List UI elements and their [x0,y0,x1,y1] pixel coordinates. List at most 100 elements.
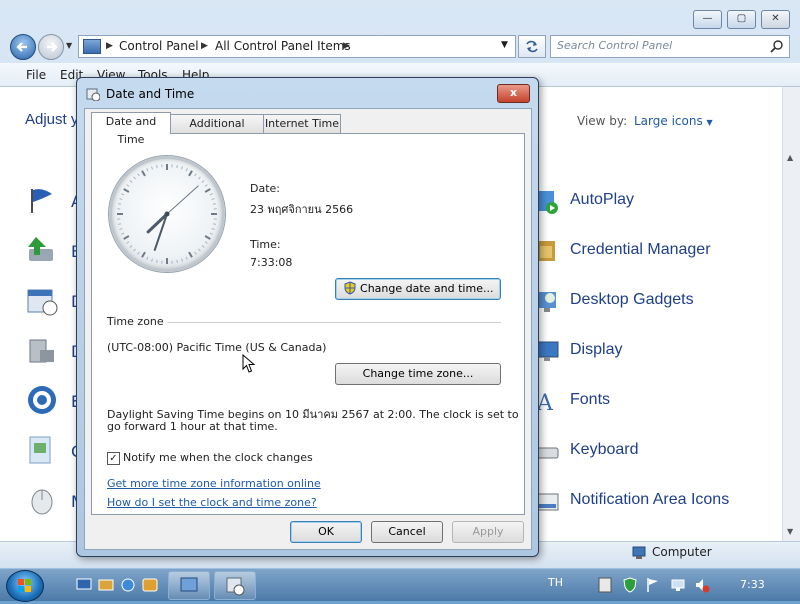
search-icon[interactable] [770,39,784,53]
clock-tick [147,257,148,260]
notify-checkbox[interactable]: ✓ [107,452,120,465]
autoplay-link[interactable]: AutoPlay [570,191,634,209]
view-by-dropdown[interactable]: Large icons ▼ [634,114,713,128]
page-heading: Adjust y [25,111,78,128]
control-panel-icon [169,572,209,599]
checkmark-icon: ✓ [109,453,117,464]
vertical-scrollbar[interactable]: ▲ ▼ [782,87,800,541]
clock-tick [152,166,153,169]
timezone-value: (UTC-08:00) Pacific Time (US & Canada) [107,341,326,354]
breadcrumb-all-items[interactable]: All Control Panel Items [215,39,351,53]
recent-pages-dropdown[interactable]: ▼ [66,41,72,50]
clock-tick [121,194,124,195]
scroll-up-icon[interactable]: ▲ [787,153,793,162]
clock-tick [186,257,187,260]
clock-tick [210,233,213,234]
date-time-icon[interactable] [26,286,58,318]
desktop-gadgets-link[interactable]: Desktop Gadgets [570,291,694,309]
backup-restore-icon[interactable] [26,235,58,267]
change-timezone-button[interactable]: Change time zone... [335,363,501,385]
mouse-cursor-icon [242,354,256,374]
breadcrumb-separator-icon[interactable]: ▶ [343,41,350,51]
ok-button[interactable]: OK [290,521,362,543]
taskbar-control-panel-button[interactable] [168,571,210,600]
change-date-time-button[interactable]: Change date and time... [335,278,501,300]
display-link[interactable]: Display [570,341,622,359]
clock-tick [177,260,178,263]
clock-tick [182,166,183,169]
clock-tick [157,260,158,263]
security-shield-icon[interactable] [622,577,638,593]
tab-date-and-time[interactable]: Date and Time [91,112,171,134]
arrow-right-icon [39,35,63,59]
view-by-value: Large icons [634,114,703,128]
credential-manager-link[interactable]: Credential Manager [570,241,711,259]
menu-file[interactable]: File [26,68,46,82]
clock-tick [205,242,207,244]
breadcrumb-separator-icon: ▶ [106,41,113,51]
media-quicklaunch-icon[interactable] [142,578,158,592]
clock-tick [121,233,124,234]
show-desktop-icon[interactable] [76,578,92,592]
address-dropdown-icon[interactable]: ▼ [501,40,508,50]
breadcrumb-control-panel[interactable]: Control Panel [119,39,199,53]
search-input[interactable]: Search Control Panel [550,35,790,58]
window-close-button[interactable]: ✕ [761,10,790,29]
more-timezone-info-link[interactable]: Get more time zone information online [107,477,321,490]
clock-tick [189,252,192,257]
clock-tick [212,229,215,230]
devices-printers-icon[interactable] [26,336,58,368]
action-center-icon[interactable] [26,185,58,217]
clock-tick [177,165,178,168]
volume-muted-icon[interactable] [694,577,710,593]
clock-tick [152,259,153,262]
tray-app-icon[interactable] [598,577,612,593]
browser-quicklaunch-icon[interactable] [120,578,136,592]
clock-tick [182,259,183,262]
date-time-dialog: Date and Time x Date and Time Additional… [76,77,539,557]
clock-tick [186,168,187,171]
clock-tick [205,236,210,239]
arrow-left-icon [11,35,35,59]
search-placeholder: Search Control Panel [557,39,672,52]
clock-tick [142,252,145,257]
clock-tick [127,242,129,244]
notify-label[interactable]: Notify me when the clock changes [123,451,313,464]
maximize-button[interactable]: ▢ [727,10,756,29]
refresh-button[interactable] [518,35,546,58]
dialog-body: Date and Time Additional Clocks Internet… [84,108,532,550]
taskbar-date-time-button[interactable] [214,571,256,600]
apply-button[interactable]: Apply [452,521,524,543]
fonts-link[interactable]: Fonts [570,391,610,409]
clock-tick [195,252,197,254]
clock-tick [202,245,204,247]
clock-tick [127,185,129,187]
explorer-quicklaunch-icon[interactable] [98,578,114,592]
clock-tick [205,189,210,192]
clock-tick [202,181,204,183]
start-button[interactable] [6,570,44,602]
keyboard-link[interactable]: Keyboard [570,441,639,459]
scroll-down-icon[interactable]: ▼ [787,527,793,536]
getting-started-icon[interactable] [26,435,58,467]
computer-icon [632,546,646,560]
forward-button[interactable] [38,34,64,60]
breadcrumb-separator-icon[interactable]: ▶ [201,41,208,51]
address-bar[interactable]: ▶ Control Panel ▶ All Control Panel Item… [78,35,516,58]
view-by-label: View by: [577,114,627,128]
ease-of-access-icon[interactable] [26,384,58,416]
system-clock[interactable]: 7:33 [740,578,765,591]
mouse-icon[interactable] [26,484,58,516]
how-set-clock-link[interactable]: How do I set the clock and time zone? [107,496,317,509]
notification-area-icons-link[interactable]: Notification Area Icons [570,491,729,509]
cancel-button[interactable]: Cancel [371,521,443,543]
language-indicator[interactable]: TH [548,576,563,589]
dialog-close-button[interactable]: x [497,84,530,103]
tab-additional-clocks[interactable]: Additional Clocks [170,114,264,133]
clock-tick [205,185,207,187]
tab-internet-time[interactable]: Internet Time [263,114,341,133]
minimize-button[interactable]: — [693,10,722,29]
network-icon[interactable] [670,577,686,593]
back-button[interactable] [10,34,36,60]
action-center-flag-icon[interactable] [646,577,660,593]
